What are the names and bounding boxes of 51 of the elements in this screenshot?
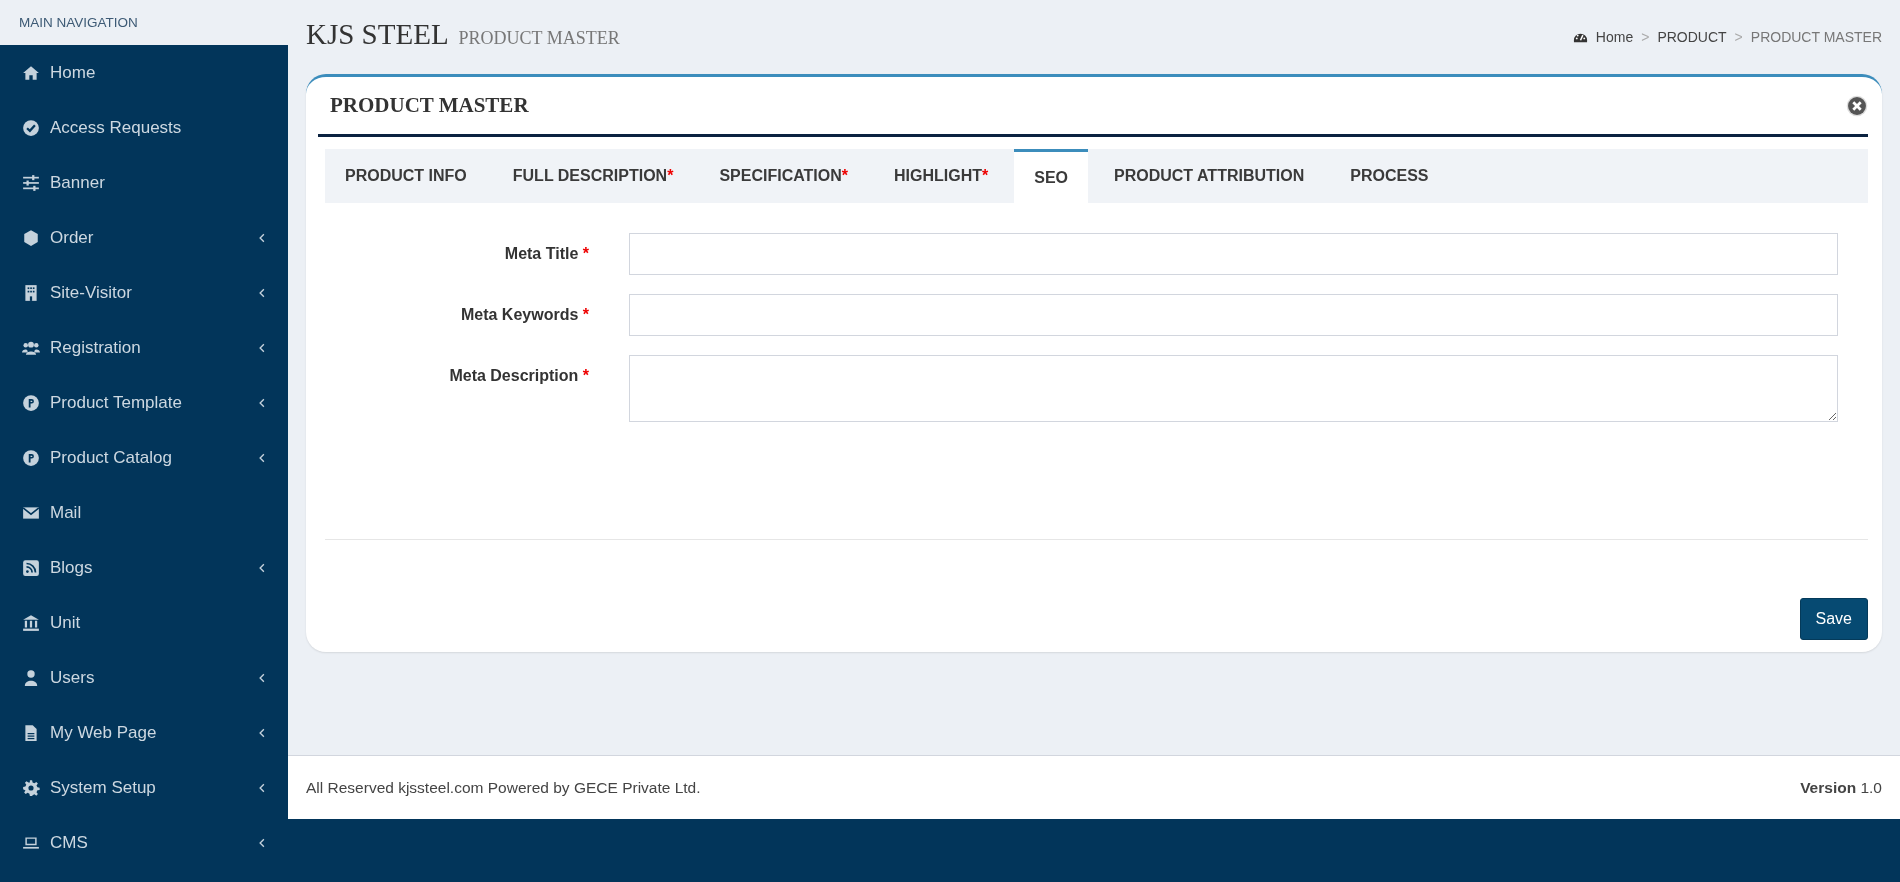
field-label: Meta Description * bbox=[448, 366, 589, 386]
sidebar-item[interactable]: Product Template bbox=[0, 375, 288, 430]
app-title: KJS STEEL bbox=[306, 18, 449, 50]
sidebar-item[interactable]: Order bbox=[0, 210, 288, 265]
breadcrumb-link[interactable]: PRODUCT bbox=[1657, 28, 1727, 45]
sidebar-item[interactable]: Product Catalog bbox=[0, 430, 288, 485]
rss-icon bbox=[22, 558, 40, 577]
sidebar-heading: MAIN NAVIGATION bbox=[0, 0, 288, 45]
tab[interactable]: FULL DESCRIPTION* bbox=[492, 149, 694, 203]
sidebar-item[interactable]: Site-Visitor bbox=[0, 265, 288, 320]
save-button[interactable]: Save bbox=[1799, 598, 1868, 640]
page-subtitle: PRODUCT MASTER bbox=[458, 28, 620, 48]
tab[interactable]: PRODUCT ATTRIBUTION bbox=[1094, 149, 1325, 203]
sliders-icon bbox=[22, 173, 40, 192]
text-area[interactable] bbox=[629, 355, 1838, 422]
sidebar-item[interactable]: Access Requests bbox=[0, 100, 288, 155]
breadcrumb-separator: > bbox=[1734, 28, 1743, 45]
copyright-text: All Reserved kjssteel.com Powered by GECE Private Ltd. bbox=[306, 778, 701, 797]
sidebar-item[interactable]: My Web Page bbox=[0, 705, 288, 760]
close-icon[interactable] bbox=[1846, 94, 1868, 117]
hexagon-icon bbox=[22, 228, 40, 247]
sidebar-item[interactable]: Users bbox=[0, 650, 288, 705]
tab[interactable]: HIGHLIGHT* bbox=[874, 149, 1009, 203]
tab[interactable]: PROCESS bbox=[1330, 149, 1449, 203]
field-label: Meta Keywords * bbox=[459, 305, 589, 325]
tab[interactable]: PRODUCT INFO bbox=[325, 149, 487, 203]
version-text: Version 1.0 bbox=[1800, 778, 1882, 797]
check-circle-icon bbox=[22, 118, 40, 137]
input-field[interactable] bbox=[629, 233, 1838, 275]
sidebar-item[interactable]: Home bbox=[0, 45, 288, 100]
gear-icon bbox=[22, 778, 40, 797]
building-icon bbox=[22, 283, 40, 302]
file-icon bbox=[22, 723, 40, 742]
sidebar-item[interactable]: System Setup bbox=[0, 760, 288, 815]
sidebar-item[interactable]: Mail bbox=[0, 485, 288, 540]
tab[interactable]: SEO bbox=[1014, 149, 1089, 203]
input-field[interactable] bbox=[629, 294, 1838, 336]
sidebar-item[interactable]: Registration bbox=[0, 320, 288, 375]
breadcrumb-separator: > bbox=[1641, 28, 1650, 45]
sidebar-item[interactable]: Banner bbox=[0, 155, 288, 210]
sidebar-item[interactable]: Blogs bbox=[0, 540, 288, 595]
sidebar-item[interactable]: CMS bbox=[0, 815, 288, 870]
p-circle-icon bbox=[22, 448, 40, 467]
p-circle-icon bbox=[22, 393, 40, 412]
tab[interactable]: SPECIFICATION* bbox=[699, 149, 868, 203]
user-icon bbox=[22, 668, 40, 687]
field-label: Meta Title * bbox=[503, 244, 589, 264]
bank-icon bbox=[22, 613, 40, 632]
card-title: PRODUCT MASTER bbox=[330, 93, 529, 118]
breadcrumb-link[interactable]: Home bbox=[1595, 28, 1634, 45]
sidebar-item[interactable]: Unit bbox=[0, 595, 288, 650]
